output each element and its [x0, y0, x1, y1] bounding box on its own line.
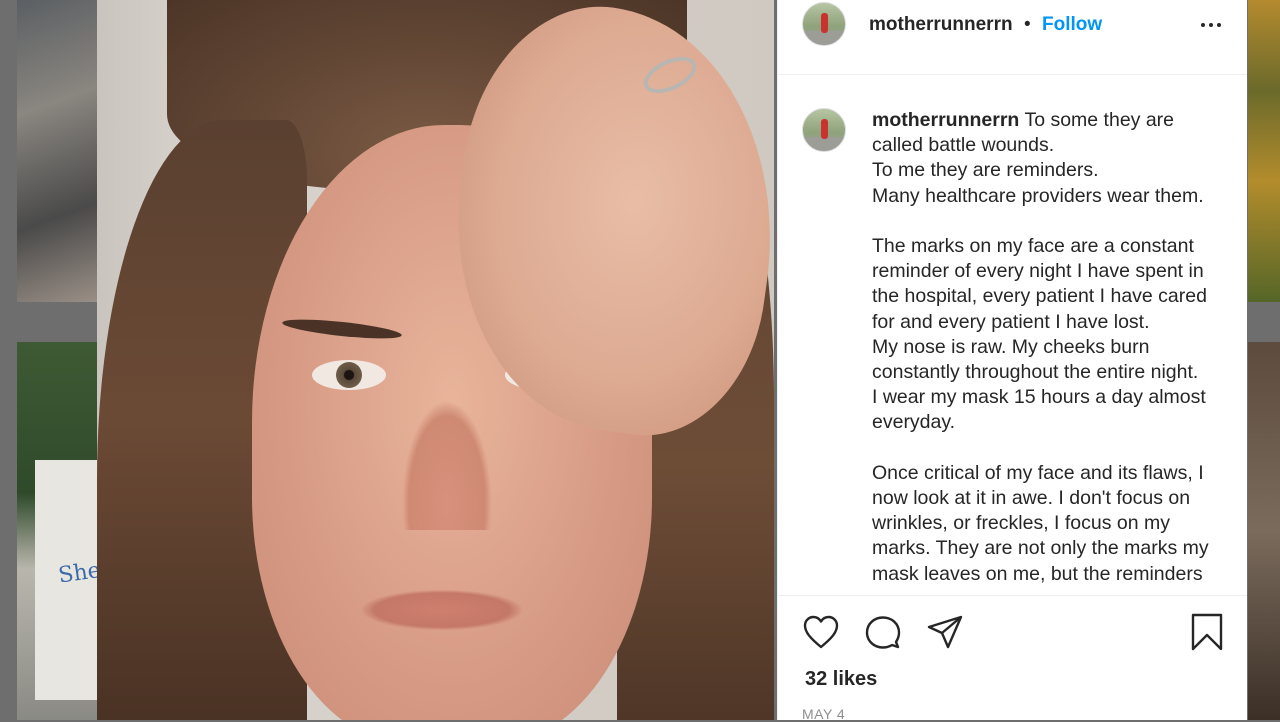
caption-line: now look at it in awe. I don't focus on	[872, 487, 1191, 510]
caption-line: To some they are	[1024, 109, 1175, 131]
caption-line: for and every patient I have lost.	[872, 310, 1150, 333]
caption-line: reminder of every night I have spent in	[872, 260, 1204, 283]
caption-line: To me they are reminders.	[872, 159, 1099, 182]
post-caption: motherrunnerrn To some they are called b…	[872, 108, 1232, 594]
caption-line: I wear my mask 15 hours a day almost	[872, 386, 1206, 409]
caption-line: Many healthcare providers wear them.	[872, 184, 1204, 207]
photo-eye-left	[312, 360, 386, 390]
feed-thumbnail-flowers	[1248, 0, 1280, 302]
avatar[interactable]	[802, 2, 846, 46]
caption-line: wrinkles, or freckles, I focus on my	[872, 512, 1171, 535]
post-panel: motherrunnerrn • Follow motherrunnerrn T…	[777, 0, 1247, 722]
photo-nose	[402, 400, 492, 530]
feed-thumbnail-dog	[17, 0, 97, 302]
feed-thumbnail-shelf	[1248, 342, 1280, 720]
caption-line: The marks on my face are a constant	[872, 235, 1194, 257]
caption-username-link[interactable]: motherrunnerrn	[872, 109, 1019, 131]
follow-button[interactable]: Follow	[1042, 14, 1102, 36]
post-actions: 32 likes MAY 4	[778, 595, 1247, 722]
heart-icon[interactable]	[802, 614, 840, 650]
post-photo[interactable]	[97, 0, 774, 720]
caption-line: called battle wounds.	[872, 134, 1055, 157]
separator-dot: •	[1024, 14, 1031, 35]
paper-plane-icon[interactable]	[926, 614, 964, 650]
bookmark-icon[interactable]	[1190, 613, 1224, 651]
caption-line: the hospital, every patient I have cared	[872, 285, 1207, 308]
comment-icon[interactable]	[864, 614, 902, 650]
caption-line: mask leaves on me, but the reminders	[872, 562, 1203, 585]
more-options-icon[interactable]	[1198, 12, 1224, 38]
likes-count[interactable]: 32 likes	[805, 668, 877, 691]
photo-lips	[362, 590, 522, 630]
caption-avatar[interactable]	[802, 108, 846, 152]
caption-line: My nose is raw. My cheeks burn	[872, 335, 1150, 358]
caption-line: constantly throughout the entire night.	[872, 361, 1199, 384]
username-link[interactable]: motherrunnerrn	[869, 14, 1013, 36]
caption-line: everyday.	[872, 411, 956, 434]
caption-line: marks. They are not only the marks my	[872, 537, 1209, 560]
caption-line: Once critical of my face and its flaws, …	[872, 461, 1204, 484]
post-header: motherrunnerrn • Follow	[778, 0, 1247, 75]
